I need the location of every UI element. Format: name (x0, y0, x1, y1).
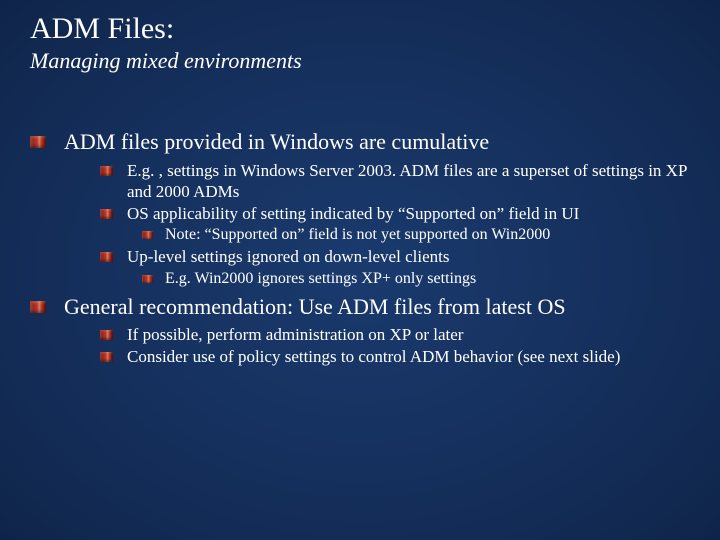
slide-subtitle: Managing mixed environments (30, 48, 690, 74)
list-item-text: ADM files provided in Windows are cumula… (64, 128, 690, 156)
list-item: E.g. , settings in Windows Server 2003. … (100, 160, 690, 203)
list-item: E.g. Win2000 ignores settings XP+ only s… (142, 269, 690, 289)
list-item-text: General recommendation: Use ADM files fr… (64, 293, 690, 321)
list-item: OS applicability of setting indicated by… (100, 203, 690, 224)
list-item-text: E.g. Win2000 ignores settings XP+ only s… (165, 269, 690, 289)
list-item-text: OS applicability of setting indicated by… (127, 203, 690, 224)
list-item: Note: “Supported on” field is not yet su… (142, 225, 690, 245)
bullet-icon (100, 166, 113, 176)
list-item: Up-level settings ignored on down-level … (100, 246, 690, 267)
slide: ADM Files: Managing mixed environments A… (0, 0, 720, 540)
bullet-icon (100, 330, 113, 340)
slide-body: ADM files provided in Windows are cumula… (30, 128, 690, 368)
list-item-text: Consider use of policy settings to contr… (127, 346, 690, 367)
list-item-text: If possible, perform administration on X… (127, 324, 690, 345)
bullet-icon (100, 252, 113, 262)
list-item: Consider use of policy settings to contr… (100, 346, 690, 367)
list-item-text: E.g. , settings in Windows Server 2003. … (127, 160, 690, 203)
list-item: General recommendation: Use ADM files fr… (30, 293, 690, 321)
list-item: ADM files provided in Windows are cumula… (30, 128, 690, 156)
bullet-icon (142, 231, 153, 239)
list-item: If possible, perform administration on X… (100, 324, 690, 345)
bullet-icon (100, 352, 113, 362)
list-item-text: Note: “Supported on” field is not yet su… (165, 225, 690, 245)
slide-title: ADM Files: (30, 12, 690, 46)
list-item-text: Up-level settings ignored on down-level … (127, 246, 690, 267)
bullet-icon (30, 136, 46, 148)
bullet-icon (142, 275, 153, 283)
bullet-icon (30, 301, 46, 313)
bullet-icon (100, 209, 113, 219)
